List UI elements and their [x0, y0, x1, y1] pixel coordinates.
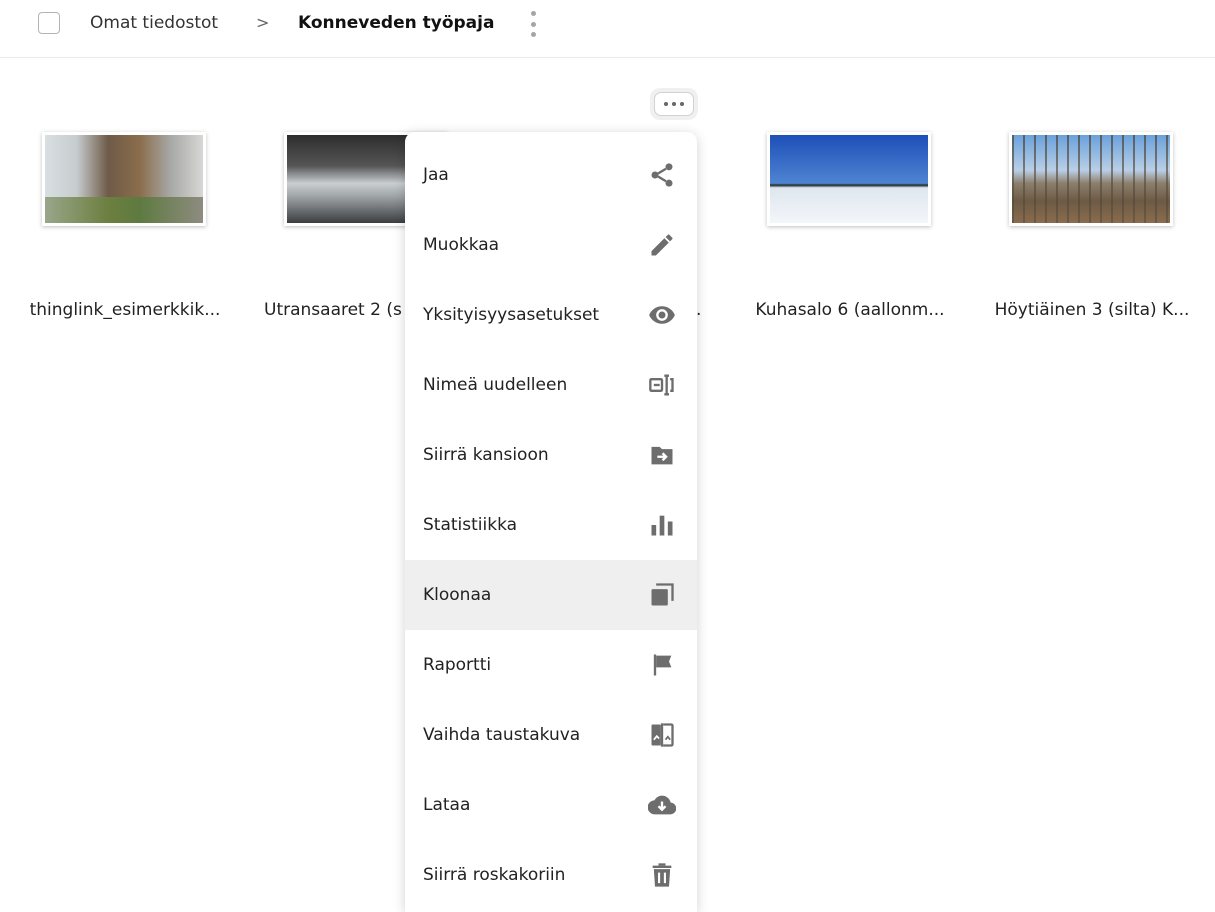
top-toolbar: Omat tiedostot > Konneveden työpaja	[0, 0, 1215, 58]
menu-item-rename[interactable]: Nimeä uudelleen	[405, 350, 697, 420]
cloud-download-icon	[645, 788, 679, 822]
move-folder-icon	[645, 438, 679, 472]
file-title[interactable]: thinglink_esimerkkik...	[18, 300, 232, 320]
menu-item-privacy[interactable]: Yksityisyysasetukset	[405, 280, 697, 350]
menu-item-label: Kloonaa	[423, 585, 492, 605]
select-all-checkbox[interactable]	[38, 12, 60, 34]
menu-item-label: Vaihda taustakuva	[423, 725, 581, 745]
breadcrumb-root-link[interactable]: Omat tiedostot	[90, 12, 218, 34]
file-context-menu: Jaa Muokkaa Yksityisyysasetukset Nimeä u…	[405, 132, 697, 912]
file-thumbnail[interactable]	[1009, 132, 1173, 226]
menu-item-statistics[interactable]: Statistiikka	[405, 490, 697, 560]
menu-item-share[interactable]: Jaa	[405, 140, 697, 210]
pencil-icon	[645, 228, 679, 262]
menu-item-label: Muokkaa	[423, 235, 500, 255]
menu-item-change-background[interactable]: Vaihda taustakuva	[405, 700, 697, 770]
menu-item-move-to-trash[interactable]: Siirrä roskakoriin	[405, 840, 697, 910]
share-icon	[645, 158, 679, 192]
eye-icon	[645, 298, 679, 332]
bar-chart-icon	[645, 508, 679, 542]
menu-item-label: Yksityisyysasetukset	[423, 305, 600, 325]
menu-item-label: Raportti	[423, 655, 492, 675]
breadcrumb-current-folder: Konneveden työpaja	[298, 13, 495, 33]
file-title[interactable]: Höytiäinen 3 (silta) K...	[985, 300, 1199, 320]
clone-icon	[645, 578, 679, 612]
menu-item-label: Lataa	[423, 795, 471, 815]
file-more-options-button[interactable]	[650, 88, 698, 120]
menu-item-label: Siirrä roskakoriin	[423, 865, 566, 885]
menu-item-label: Siirrä kansioon	[423, 445, 549, 465]
trash-icon	[645, 858, 679, 892]
flag-icon	[645, 648, 679, 682]
swap-image-icon	[645, 718, 679, 752]
menu-item-label: Jaa	[423, 165, 449, 185]
ellipsis-icon	[654, 92, 694, 116]
menu-item-label: Nimeä uudelleen	[423, 375, 568, 395]
file-thumbnail[interactable]	[767, 132, 931, 226]
folder-options-icon[interactable]	[526, 9, 540, 39]
menu-item-edit[interactable]: Muokkaa	[405, 210, 697, 280]
menu-item-clone[interactable]: Kloonaa	[405, 560, 697, 630]
menu-item-move-to-folder[interactable]: Siirrä kansioon	[405, 420, 697, 490]
file-title[interactable]: Kuhasalo 6 (aallonm...	[743, 300, 957, 320]
menu-item-download[interactable]: Lataa	[405, 770, 697, 840]
menu-item-label: Statistiikka	[423, 515, 518, 535]
breadcrumb-separator-icon: >	[256, 13, 270, 32]
menu-item-report[interactable]: Raportti	[405, 630, 697, 700]
rename-icon	[645, 368, 679, 402]
file-thumbnail[interactable]	[42, 132, 206, 226]
